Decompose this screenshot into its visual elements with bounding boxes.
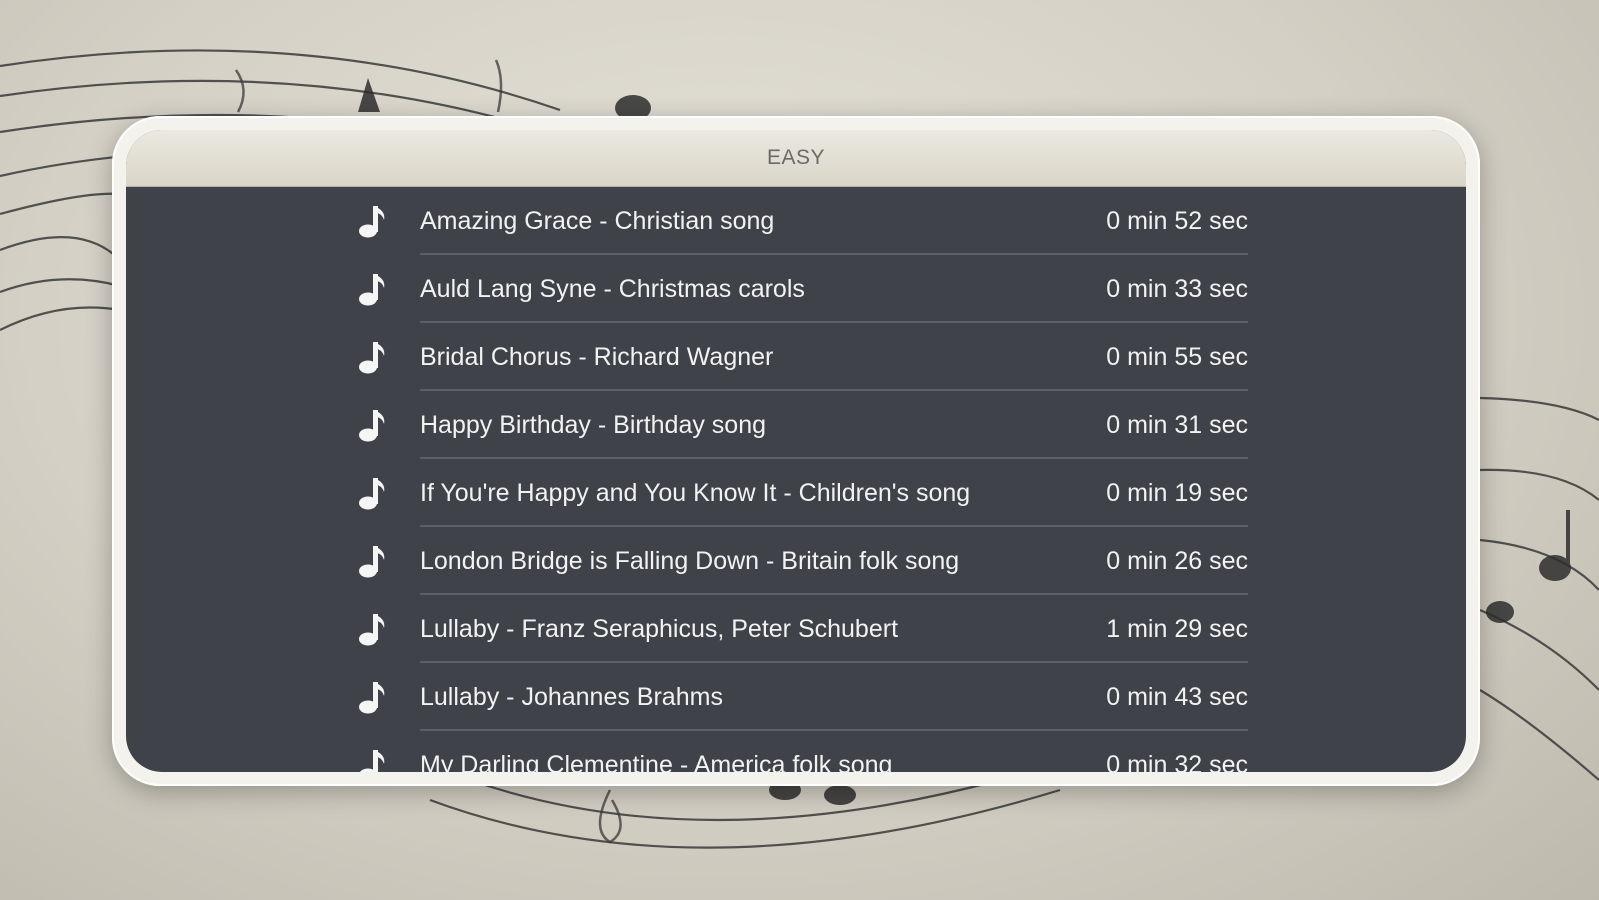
song-duration: 0 min 55 sec — [1106, 342, 1248, 371]
song-duration: 0 min 32 sec — [1106, 750, 1248, 773]
song-list: Amazing Grace - Christian song 0 min 52 s… — [126, 187, 1466, 772]
music-note-icon — [358, 748, 386, 772]
song-row[interactable]: Bridal Chorus - Richard Wagner 0 min 55 s… — [126, 323, 1466, 391]
song-row[interactable]: Auld Lang Syne - Christmas carols 0 min 3… — [126, 255, 1466, 323]
difficulty-header: EASY — [126, 130, 1466, 187]
song-title: Bridal Chorus - Richard Wagner — [420, 342, 774, 371]
song-title: Auld Lang Syne - Christmas carols — [420, 274, 805, 303]
song-row[interactable]: Amazing Grace - Christian song 0 min 52 s… — [126, 187, 1466, 255]
music-note-icon — [358, 340, 386, 374]
song-row[interactable]: Happy Birthday - Birthday song 0 min 31 s… — [126, 391, 1466, 459]
song-title: Happy Birthday - Birthday song — [420, 410, 767, 439]
song-title: London Bridge is Falling Down - Britain … — [420, 546, 960, 575]
difficulty-title: EASY — [766, 146, 826, 169]
song-row[interactable]: Lullaby - Franz Seraphicus, Peter Schube… — [126, 595, 1466, 663]
song-title: Amazing Grace - Christian song — [420, 206, 775, 235]
music-note-icon — [358, 680, 386, 714]
song-duration: 0 min 31 sec — [1106, 410, 1248, 439]
song-title: My Darling Clementine - America folk son… — [420, 750, 893, 773]
song-duration: 1 min 29 sec — [1106, 614, 1248, 643]
song-list-panel: EASY Amazing Grace - Christian song 0 min… — [126, 130, 1466, 772]
song-title: Lullaby - Franz Seraphicus, Peter Schube… — [420, 614, 899, 643]
music-note-icon — [358, 612, 386, 646]
song-duration: 0 min 33 sec — [1106, 274, 1248, 303]
music-note-icon — [358, 544, 386, 578]
song-row[interactable]: My Darling Clementine - America folk son… — [126, 731, 1466, 772]
song-duration: 0 min 19 sec — [1106, 478, 1248, 507]
song-row[interactable]: London Bridge is Falling Down - Britain … — [126, 527, 1466, 595]
music-note-icon — [358, 272, 386, 306]
song-duration: 0 min 26 sec — [1106, 546, 1248, 575]
music-note-icon — [358, 408, 386, 442]
song-row[interactable]: Lullaby - Johannes Brahms 0 min 43 sec — [126, 663, 1466, 731]
music-note-icon — [358, 476, 386, 510]
song-duration: 0 min 43 sec — [1106, 682, 1248, 711]
song-row[interactable]: If You're Happy and You Know It - Childr… — [126, 459, 1466, 527]
song-title: If You're Happy and You Know It - Childr… — [420, 478, 971, 507]
song-duration: 0 min 52 sec — [1106, 206, 1248, 235]
song-title: Lullaby - Johannes Brahms — [420, 682, 723, 711]
music-note-icon — [358, 204, 386, 238]
